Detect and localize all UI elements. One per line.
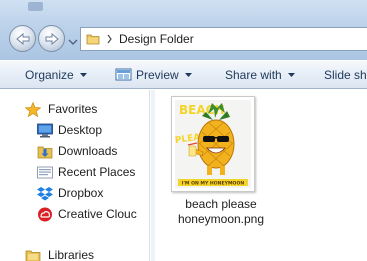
recent-pages-dropdown[interactable] <box>68 35 78 45</box>
nav-item-creative-cloud[interactable]: Creative Clouc <box>0 204 150 224</box>
navigation-pane: Favorites Desktop Downloads Recent Place… <box>0 90 150 261</box>
libraries-icon <box>25 250 41 261</box>
nav-item-desktop[interactable]: Desktop <box>0 120 150 140</box>
file-item[interactable]: BEACH PLEAS I'M ON MY HONEYMOON beach pl… <box>171 96 267 226</box>
file-thumbnail-frame: BEACH PLEAS I'M ON MY HONEYMOON <box>171 96 255 192</box>
share-with-button[interactable]: Share with <box>225 61 295 89</box>
preview-label: Preview <box>136 68 179 82</box>
breadcrumb-chevron-icon[interactable] <box>106 34 113 44</box>
star-icon <box>25 102 41 117</box>
nav-item-downloads[interactable]: Downloads <box>0 141 150 161</box>
organize-button[interactable]: Organize <box>25 61 87 89</box>
slide-show-label: Slide sho <box>324 68 367 82</box>
nav-item-label: Dropbox <box>58 186 104 200</box>
nav-favorites[interactable]: Favorites <box>0 99 150 119</box>
file-name-line-1: beach please <box>185 197 257 211</box>
window-frame-edge <box>28 0 43 11</box>
file-name-label[interactable]: beach please honeymoon.png <box>171 197 271 227</box>
forward-button[interactable] <box>38 25 65 52</box>
nav-libraries[interactable]: Libraries <box>0 245 150 261</box>
recent-places-icon <box>37 166 53 179</box>
back-arrow-icon <box>15 32 29 45</box>
downloads-icon <box>37 146 53 159</box>
dropbox-icon <box>37 187 53 201</box>
nav-item-recent-places[interactable]: Recent Places <box>0 162 150 182</box>
preview-icon <box>115 68 132 81</box>
file-name-line-2: honeymoon.png <box>177 212 265 226</box>
preview-button[interactable]: Preview <box>115 61 192 89</box>
nav-item-label: Recent Places <box>58 165 136 179</box>
chevron-down-icon <box>68 39 78 45</box>
nav-item-label: Downloads <box>58 144 118 158</box>
folder-icon <box>86 34 100 45</box>
nav-item-dropbox[interactable]: Dropbox <box>0 183 150 203</box>
slide-show-button[interactable]: Slide sho <box>324 61 367 89</box>
title-bar: Design Folder <box>0 0 367 60</box>
pineapple-image: BEACH PLEAS I'M ON MY HONEYMOON <box>175 100 251 188</box>
nav-libraries-label: Libraries <box>48 248 95 261</box>
forward-arrow-icon <box>45 32 59 45</box>
command-bar: Organize Preview Share with Slide sho <box>0 60 367 89</box>
breadcrumb-current-folder[interactable]: Design Folder <box>119 32 194 46</box>
back-button[interactable] <box>9 25 36 52</box>
nav-item-label: Creative Clouc <box>58 207 137 221</box>
nav-item-label: Desktop <box>58 123 103 137</box>
dropdown-arrow-icon <box>287 73 295 77</box>
organize-label: Organize <box>25 68 74 82</box>
nav-favorites-label: Favorites <box>48 102 98 116</box>
desktop-icon <box>37 123 53 138</box>
address-bar[interactable]: Design Folder <box>80 27 367 51</box>
thumb-text-bottom: I'M ON MY HONEYMOON <box>182 181 245 187</box>
dropdown-arrow-icon <box>184 73 192 77</box>
file-thumbnail: BEACH PLEAS I'M ON MY HONEYMOON <box>175 100 251 188</box>
dropdown-arrow-icon <box>79 73 87 77</box>
share-with-label: Share with <box>225 68 282 82</box>
creative-cloud-icon <box>38 207 52 222</box>
